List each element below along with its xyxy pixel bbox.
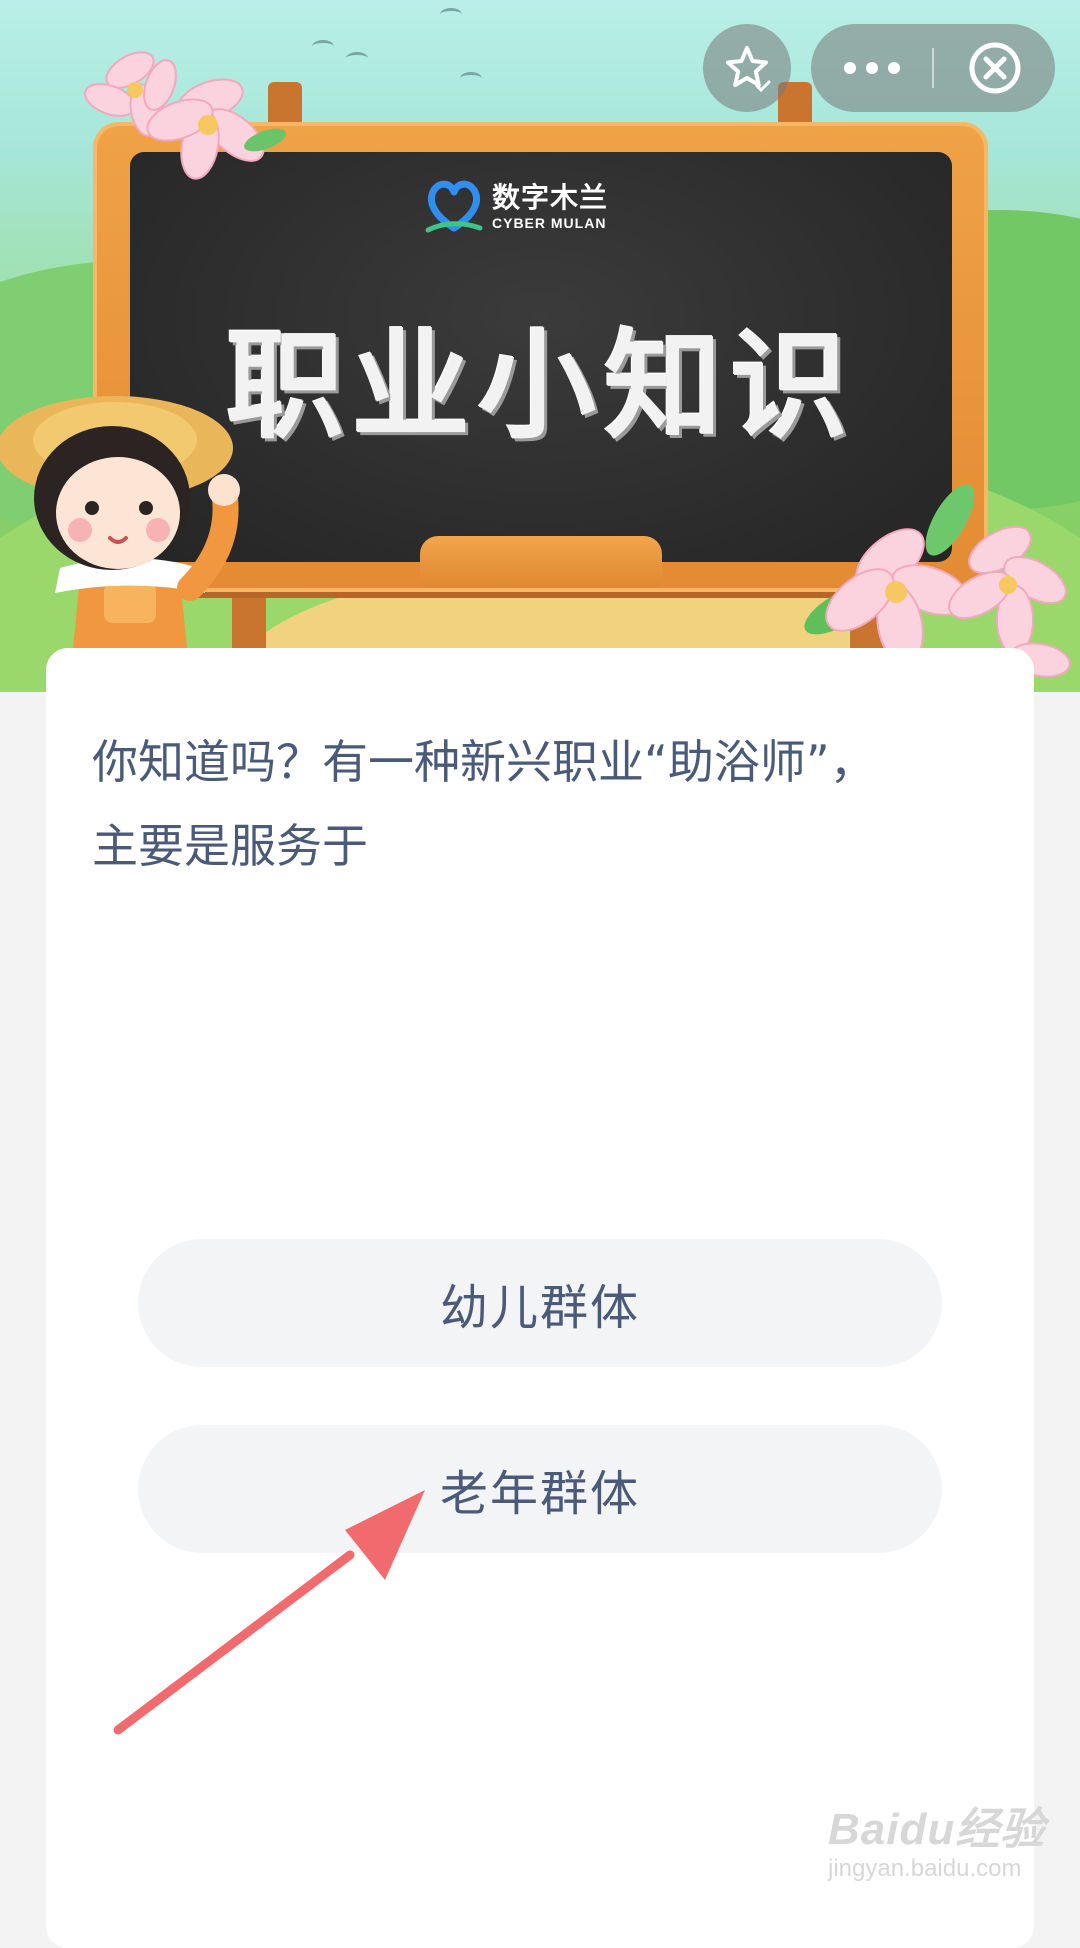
capsule-menu [811, 24, 1055, 112]
chalkboard-tray [420, 536, 662, 588]
watermark-brand: Baidu经验 [828, 1805, 1046, 1854]
bird-icon [460, 72, 482, 85]
flower-cluster-icon [84, 51, 286, 180]
watermark-url: jingyan.baidu.com [828, 1855, 1022, 1883]
bird-icon [346, 52, 368, 65]
hero-banner: 数字木兰 CYBER MULAN 职业小知识 [0, 0, 1080, 692]
bird-icon [312, 40, 334, 53]
more-button[interactable] [811, 24, 932, 112]
close-button[interactable] [934, 24, 1055, 112]
question-text: 你知道吗？有一种新兴职业“助浴师”，主要是服务于 [92, 735, 876, 873]
more-dots-icon [843, 62, 900, 74]
heart-logo-icon [425, 180, 483, 233]
logo-chinese-text: 数字木兰 [492, 181, 609, 214]
baidu-watermark: Baidu经验 jingyan.baidu.com [828, 1805, 1046, 1883]
option-button-elderly-group[interactable]: 老年群体 [138, 1425, 942, 1553]
option-label: 幼儿群体 [439, 1280, 640, 1336]
favorite-button[interactable] [703, 24, 791, 112]
option-label: 老年群体 [439, 1466, 640, 1522]
bird-icon [440, 8, 462, 21]
star-icon [726, 46, 771, 93]
logo-english-text: CYBER MULAN [492, 215, 607, 231]
girl-character-illustration [0, 396, 240, 678]
close-circle-icon [969, 42, 1020, 94]
option-button-child-group[interactable]: 幼儿群体 [138, 1239, 942, 1367]
cyber-mulan-logo: 数字木兰 CYBER MULAN [424, 178, 608, 236]
